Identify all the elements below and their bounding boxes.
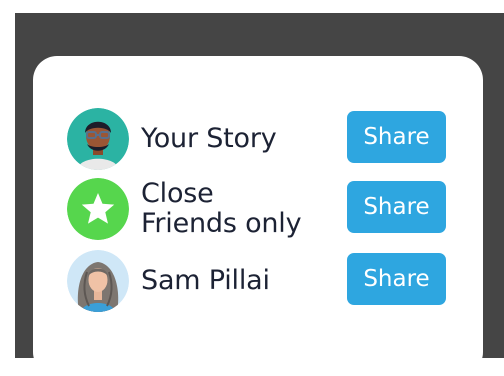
close-friends-label-line1: Close — [141, 178, 214, 209]
your-story-avatar — [67, 108, 129, 170]
share-row-close-friends: Close Friends only Share — [33, 178, 483, 240]
share-close-friends-button[interactable]: Share — [347, 181, 446, 233]
close-friends-label: Close Friends only — [141, 174, 331, 244]
close-friends-label-line2: Friends only — [141, 208, 302, 239]
share-sheet: Your Story Share Close Friends only Shar… — [33, 56, 483, 376]
sam-pillai-label: Sam Pillai — [141, 265, 270, 296]
close-friends-badge — [67, 178, 129, 240]
sam-pillai-avatar — [67, 250, 129, 312]
share-row-your-story: Your Story Share — [33, 108, 483, 170]
your-story-label: Your Story — [141, 123, 277, 154]
share-row-sam-pillai: Sam Pillai Share — [33, 250, 483, 312]
star-icon — [67, 178, 129, 240]
share-sam-pillai-button[interactable]: Share — [347, 253, 446, 305]
user-avatar-icon — [67, 250, 129, 312]
share-your-story-button[interactable]: Share — [347, 111, 446, 163]
user-avatar-icon — [67, 108, 129, 170]
